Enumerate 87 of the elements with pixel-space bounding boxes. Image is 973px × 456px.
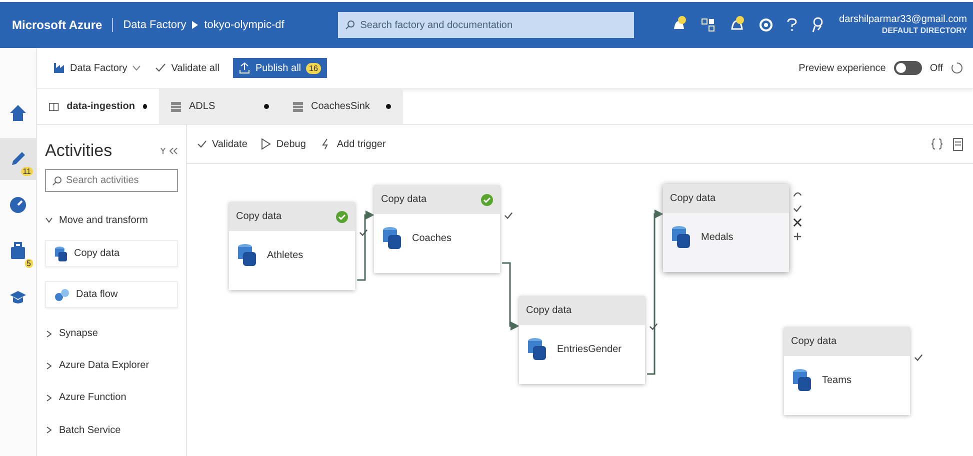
activity-type: Copy data xyxy=(526,305,572,316)
help-icon[interactable] xyxy=(787,18,798,32)
activity-group[interactable]: Move and transform xyxy=(45,204,178,236)
activity-item[interactable]: Copy data xyxy=(45,240,178,268)
editor-tab[interactable]: CoachesSink xyxy=(281,89,403,124)
connector[interactable] xyxy=(357,210,374,281)
breadcrumb-item[interactable]: Data Factory xyxy=(123,19,186,31)
success-handle-icon[interactable] xyxy=(793,204,802,213)
activity-name: EntriesGender xyxy=(557,344,622,354)
chevron-right-icon xyxy=(45,394,53,402)
chevron-down-icon xyxy=(132,65,142,71)
graduation-cap-icon[interactable] xyxy=(9,288,27,306)
success-handle-icon[interactable] xyxy=(359,228,368,237)
activity-type: Copy data xyxy=(381,194,427,205)
count-badge: 16 xyxy=(306,62,321,74)
settings-icon[interactable] xyxy=(759,18,774,32)
factory-dropdown[interactable]: Data Factory xyxy=(53,62,142,74)
activity-name: Medals xyxy=(701,232,734,242)
pipeline-icon xyxy=(49,102,59,112)
database-icon xyxy=(237,243,257,267)
play-icon xyxy=(261,138,272,150)
activity-item[interactable]: Data flow xyxy=(45,281,178,308)
count-badge: 5 xyxy=(24,259,33,268)
activity-group[interactable]: Azure Data Explorer xyxy=(45,350,178,382)
activity-name: Coaches xyxy=(412,232,452,244)
directory-icon[interactable] xyxy=(701,18,716,32)
account-email[interactable]: darshilparmar33@gmail.com xyxy=(839,14,967,26)
pipeline-action[interactable]: Add trigger xyxy=(320,138,386,150)
search-field[interactable]: Search factory and documentation xyxy=(338,12,634,38)
data-flow-icon xyxy=(54,288,70,302)
connector[interactable] xyxy=(647,210,664,375)
activity-group[interactable]: Azure Function xyxy=(45,382,178,414)
panel-title: Activities xyxy=(45,141,112,161)
table-icon xyxy=(293,102,303,112)
pencil-icon[interactable] xyxy=(9,150,27,168)
checkmark-icon xyxy=(155,63,166,73)
activity-type: Copy data xyxy=(236,211,282,222)
completion-handle-icon[interactable] xyxy=(793,232,802,241)
search-icon xyxy=(345,20,356,30)
pipeline-action[interactable]: Debug xyxy=(261,138,306,150)
search-field[interactable]: Search activities xyxy=(45,169,178,192)
database-icon xyxy=(527,337,547,361)
success-handle-icon[interactable] xyxy=(914,353,923,362)
chevron-right-icon xyxy=(45,426,53,434)
failure-handle-icon[interactable] xyxy=(793,218,802,227)
editor-tab[interactable]: ADLS xyxy=(159,89,281,124)
checkmark-icon xyxy=(197,139,207,149)
activity-name: Teams xyxy=(822,374,852,386)
directory-label: DEFAULT DIRECTORY xyxy=(880,26,967,36)
database-icon xyxy=(382,226,402,250)
validate-all-button[interactable]: Validate all xyxy=(155,62,220,74)
toggle-state: Off xyxy=(930,62,943,74)
factory-icon xyxy=(53,62,65,74)
brand-title[interactable]: Microsoft Azure xyxy=(12,18,114,32)
activity-group[interactable]: Synapse xyxy=(45,318,178,350)
success-handle-icon[interactable] xyxy=(649,322,658,331)
activity-type: Copy data xyxy=(791,336,837,347)
count-badge: 11 xyxy=(20,167,33,176)
database-icon xyxy=(54,246,68,262)
search-icon xyxy=(52,176,62,186)
preview-toggle[interactable] xyxy=(894,61,922,75)
publish-all-button[interactable]: Publish all 16 xyxy=(233,58,327,78)
nav-rail-item[interactable]: 11 xyxy=(0,138,36,180)
properties-icon[interactable] xyxy=(953,138,963,150)
chevron-down-icon xyxy=(45,216,53,224)
activity-type: Copy data xyxy=(670,193,716,204)
database-icon xyxy=(792,368,812,392)
preview-label: Preview experience xyxy=(798,62,886,74)
nav-rail-item[interactable]: 5 xyxy=(0,230,36,272)
pipeline-action[interactable]: Validate xyxy=(197,138,248,150)
collapse-icon[interactable] xyxy=(160,147,178,155)
refresh-icon[interactable] xyxy=(951,62,963,74)
chevron-right-icon xyxy=(45,362,53,370)
activity-name: Athletes xyxy=(267,250,304,260)
database-icon xyxy=(671,225,691,249)
home-icon[interactable] xyxy=(9,104,27,122)
briefcase-icon[interactable] xyxy=(9,242,27,260)
breadcrumb-item[interactable]: tokyo-olympic-df xyxy=(204,19,284,31)
connector[interactable] xyxy=(502,262,520,330)
chevron-right-icon xyxy=(45,330,53,338)
table-icon xyxy=(171,102,181,112)
chevron-icon xyxy=(192,21,198,29)
success-handle-icon[interactable] xyxy=(504,211,513,220)
activity-group[interactable]: Batch Service xyxy=(45,414,178,446)
gauge-icon[interactable] xyxy=(9,196,27,214)
code-icon[interactable] xyxy=(931,138,943,150)
upload-icon xyxy=(239,62,250,74)
